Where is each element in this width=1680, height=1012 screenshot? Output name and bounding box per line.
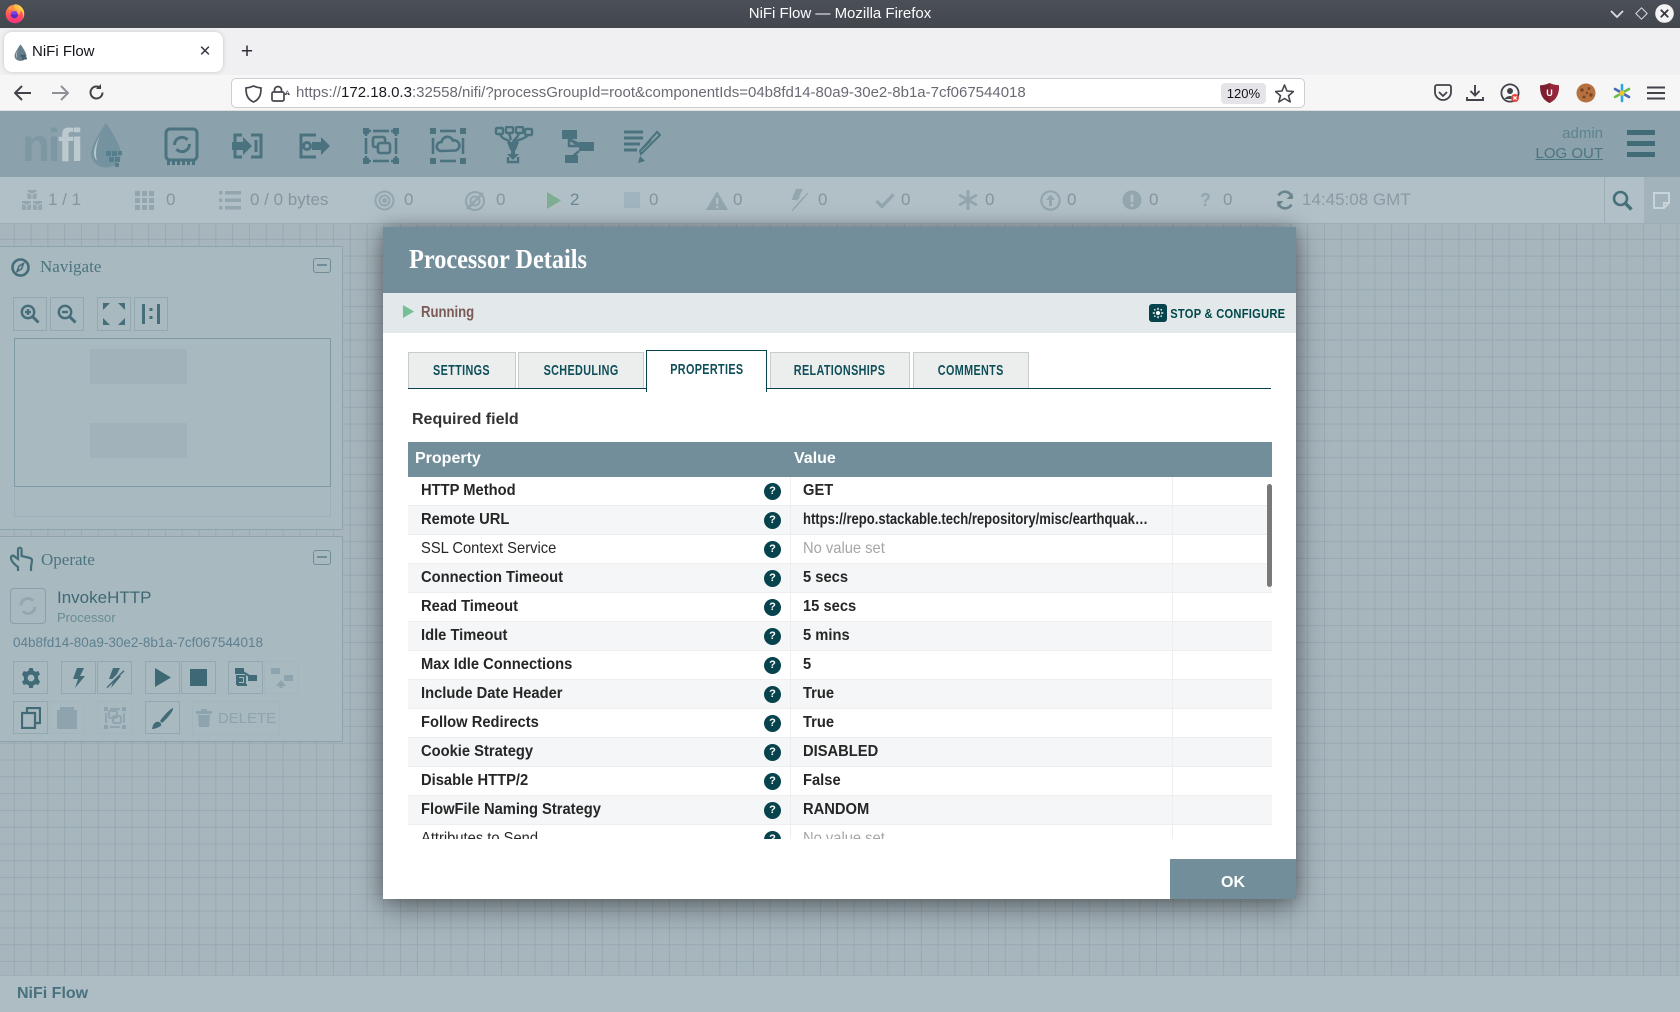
svg-text:U: U [1546,88,1553,98]
